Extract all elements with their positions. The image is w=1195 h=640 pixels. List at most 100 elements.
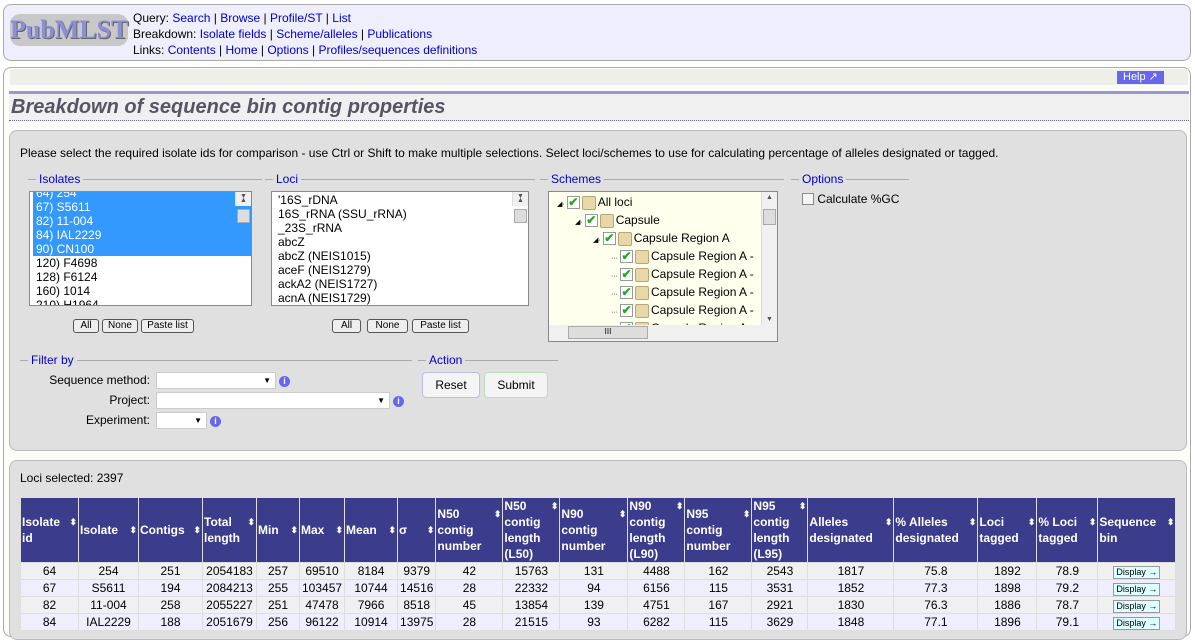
sort-icon[interactable]: ⬍ xyxy=(1089,514,1097,530)
nav-link-search[interactable]: Search xyxy=(172,11,210,25)
nav-link-home[interactable]: Home xyxy=(226,43,258,57)
column-header[interactable]: ⬍ Isolate xyxy=(78,497,139,563)
nav-link-scheme-alleles[interactable]: Scheme/alleles xyxy=(276,27,357,41)
checkbox-checked-icon[interactable]: ✔ xyxy=(620,250,633,264)
loci-all-button[interactable]: All xyxy=(332,319,361,333)
display-button[interactable]: Display → xyxy=(1113,565,1161,579)
sort-icon[interactable]: ⬍ xyxy=(290,522,298,538)
checkbox-checked-icon[interactable]: ✔ xyxy=(620,286,633,300)
isolate-option[interactable]: 84) IAL2229 xyxy=(33,228,251,242)
locus-option[interactable]: '16S_rDNA xyxy=(275,193,528,207)
sort-icon[interactable]: ⬍ xyxy=(551,498,559,514)
isolate-option[interactable]: 82) 11-004 xyxy=(33,214,251,228)
sort-icon[interactable]: ⬍ xyxy=(1028,514,1036,530)
sort-icon[interactable]: ⬍ xyxy=(247,514,255,530)
display-button[interactable]: Display → xyxy=(1113,582,1161,596)
column-header[interactable]: ⬍ Loci tagged xyxy=(977,497,1038,563)
scheme-node[interactable]: ···✔ Capsule Region A - xyxy=(611,247,754,265)
checkbox-checked-icon[interactable]: ✔ xyxy=(620,304,633,318)
scheme-node[interactable]: ···✔ Capsule Region A - xyxy=(611,301,754,319)
scrollbar[interactable]: ▲ ▼ xyxy=(761,192,777,325)
experiment-select[interactable]: ▼ xyxy=(156,412,207,429)
column-header[interactable]: ⬍ N95 contig number xyxy=(684,497,753,563)
loci-none-button[interactable]: None xyxy=(367,319,408,333)
sort-icon[interactable]: ⬍ xyxy=(619,506,627,522)
scheme-node[interactable]: ···✔ Capsule Region A - xyxy=(611,283,754,301)
sequence-method-select[interactable]: ▼ xyxy=(156,372,276,389)
nav-link-contents[interactable]: Contents xyxy=(168,43,216,57)
display-button[interactable]: Display → xyxy=(1113,599,1161,613)
column-header[interactable]: ⬍ σ xyxy=(397,497,437,563)
scheme-node[interactable]: ◢· ✔ Capsule xyxy=(575,211,660,229)
horizontal-scrollbar[interactable]: III xyxy=(549,325,777,341)
sort-icon[interactable]: ⬍ xyxy=(799,498,807,514)
submit-button[interactable]: Submit xyxy=(484,372,548,398)
schemes-tree[interactable]: ◢· ✔ All loci ◢· ✔ Capsule ◢· ✔ Capsule Region A… xyxy=(548,191,778,342)
isolate-option[interactable]: 67) S5611 xyxy=(33,200,251,214)
calculate-gc-option[interactable]: Calculate %GC xyxy=(802,192,899,206)
locus-option[interactable]: abcZ (NEIS1015) xyxy=(275,249,528,263)
scheme-node[interactable]: ◢· ✔ All loci xyxy=(557,193,632,211)
project-select[interactable]: ▼ xyxy=(156,392,390,409)
expander-icon[interactable]: ◢· xyxy=(575,219,583,226)
column-header[interactable]: ⬍ Alleles designated xyxy=(807,497,895,563)
nav-link-isolate-fields[interactable]: Isolate fields xyxy=(200,27,267,41)
scheme-node[interactable]: ◢· ✔ Capsule Region A xyxy=(593,229,730,247)
checkbox-checked-icon[interactable]: ✔ xyxy=(620,268,633,282)
info-icon[interactable]: i xyxy=(393,396,404,407)
expander-icon[interactable]: ◢· xyxy=(593,237,601,244)
column-header[interactable]: ⬍ N95 contig length (L95) xyxy=(751,497,809,563)
sort-icon[interactable]: ⬍ xyxy=(427,522,435,538)
sort-icon[interactable]: ⬍ xyxy=(1167,514,1175,530)
scrollbar[interactable]: ▲ ▼ xyxy=(235,192,251,223)
info-icon[interactable]: i xyxy=(279,376,290,387)
sort-icon[interactable]: ⬍ xyxy=(969,514,977,530)
tree-line[interactable]: ··· xyxy=(611,309,618,316)
nav-link-options[interactable]: Options xyxy=(267,43,308,57)
sort-icon[interactable]: ⬍ xyxy=(129,522,137,538)
gc-checkbox[interactable] xyxy=(802,193,814,205)
isolates-none-button[interactable]: None xyxy=(102,319,138,333)
isolate-option[interactable]: 128) F6124 xyxy=(33,270,251,284)
isolates-list[interactable]: 64) 254 67) S5611 82) 11-004 84) IAL2229 90)… xyxy=(29,191,252,306)
tree-line[interactable]: ··· xyxy=(611,255,618,262)
isolates-paste-list-button[interactable]: Paste list xyxy=(141,319,194,333)
locus-option[interactable]: 16S_rRNA (SSU_rRNA) xyxy=(275,207,528,221)
isolates-all-button[interactable]: All xyxy=(73,319,99,333)
sort-icon[interactable]: ⬍ xyxy=(193,522,201,538)
isolate-option[interactable]: 160) 1014 xyxy=(33,284,251,298)
reset-button[interactable]: Reset xyxy=(422,372,480,398)
column-header[interactable]: ⬍ % Loci tagged xyxy=(1036,497,1099,563)
tree-line[interactable]: ··· xyxy=(611,291,618,298)
loci-list[interactable]: '16S_rDNA 16S_rRNA (SSU_rRNA) _23S_rRNA abc… xyxy=(271,191,529,306)
info-icon[interactable]: i xyxy=(210,416,221,427)
sort-icon[interactable]: ⬍ xyxy=(494,506,502,522)
column-header[interactable]: ⬍ N90 contig number xyxy=(559,497,629,563)
isolate-option[interactable]: 90) CN100 xyxy=(33,242,251,256)
checkbox-checked-icon[interactable]: ✔ xyxy=(584,214,598,228)
checkbox-checked-icon[interactable]: ✔ xyxy=(566,196,580,210)
column-header[interactable]: ⬍ Sequence bin xyxy=(1097,497,1177,563)
isolate-option[interactable]: 64) 254 xyxy=(33,192,251,200)
loci-paste-list-button[interactable]: Paste list xyxy=(412,319,469,333)
scheme-node[interactable]: ···✔ Capsule Region A - xyxy=(611,265,754,283)
tree-line[interactable]: ··· xyxy=(611,273,618,280)
column-header[interactable]: ⬍ % Alleles designated xyxy=(893,497,979,563)
sort-icon[interactable]: ⬍ xyxy=(336,522,344,538)
sort-icon[interactable]: ⬍ xyxy=(389,522,397,538)
checkbox-checked-icon[interactable]: ✔ xyxy=(602,232,616,246)
column-header[interactable]: ⬍ N50 contig number xyxy=(435,497,504,563)
isolate-option[interactable]: 210) H1964 xyxy=(33,298,251,305)
column-header[interactable]: ⬍ Mean xyxy=(344,497,399,563)
nav-link-publications[interactable]: Publications xyxy=(367,27,432,41)
nav-link-profiles-sequences-definitions[interactable]: Profiles/sequences definitions xyxy=(318,43,477,57)
pubmlst-logo[interactable]: PubMLST xyxy=(10,14,129,46)
column-header[interactable]: ⬍ Total length xyxy=(202,497,257,563)
isolate-option[interactable]: 120) F4698 xyxy=(33,256,251,270)
locus-option[interactable]: _23S_rRNA xyxy=(275,221,528,235)
locus-option[interactable]: abcZ xyxy=(275,235,528,249)
nav-link-profile-st[interactable]: Profile/ST xyxy=(270,11,322,25)
column-header[interactable]: ⬍ Contigs xyxy=(138,497,203,563)
sort-icon[interactable]: ⬍ xyxy=(69,514,77,530)
locus-option[interactable]: acnA (NEIS1729) xyxy=(275,291,528,305)
